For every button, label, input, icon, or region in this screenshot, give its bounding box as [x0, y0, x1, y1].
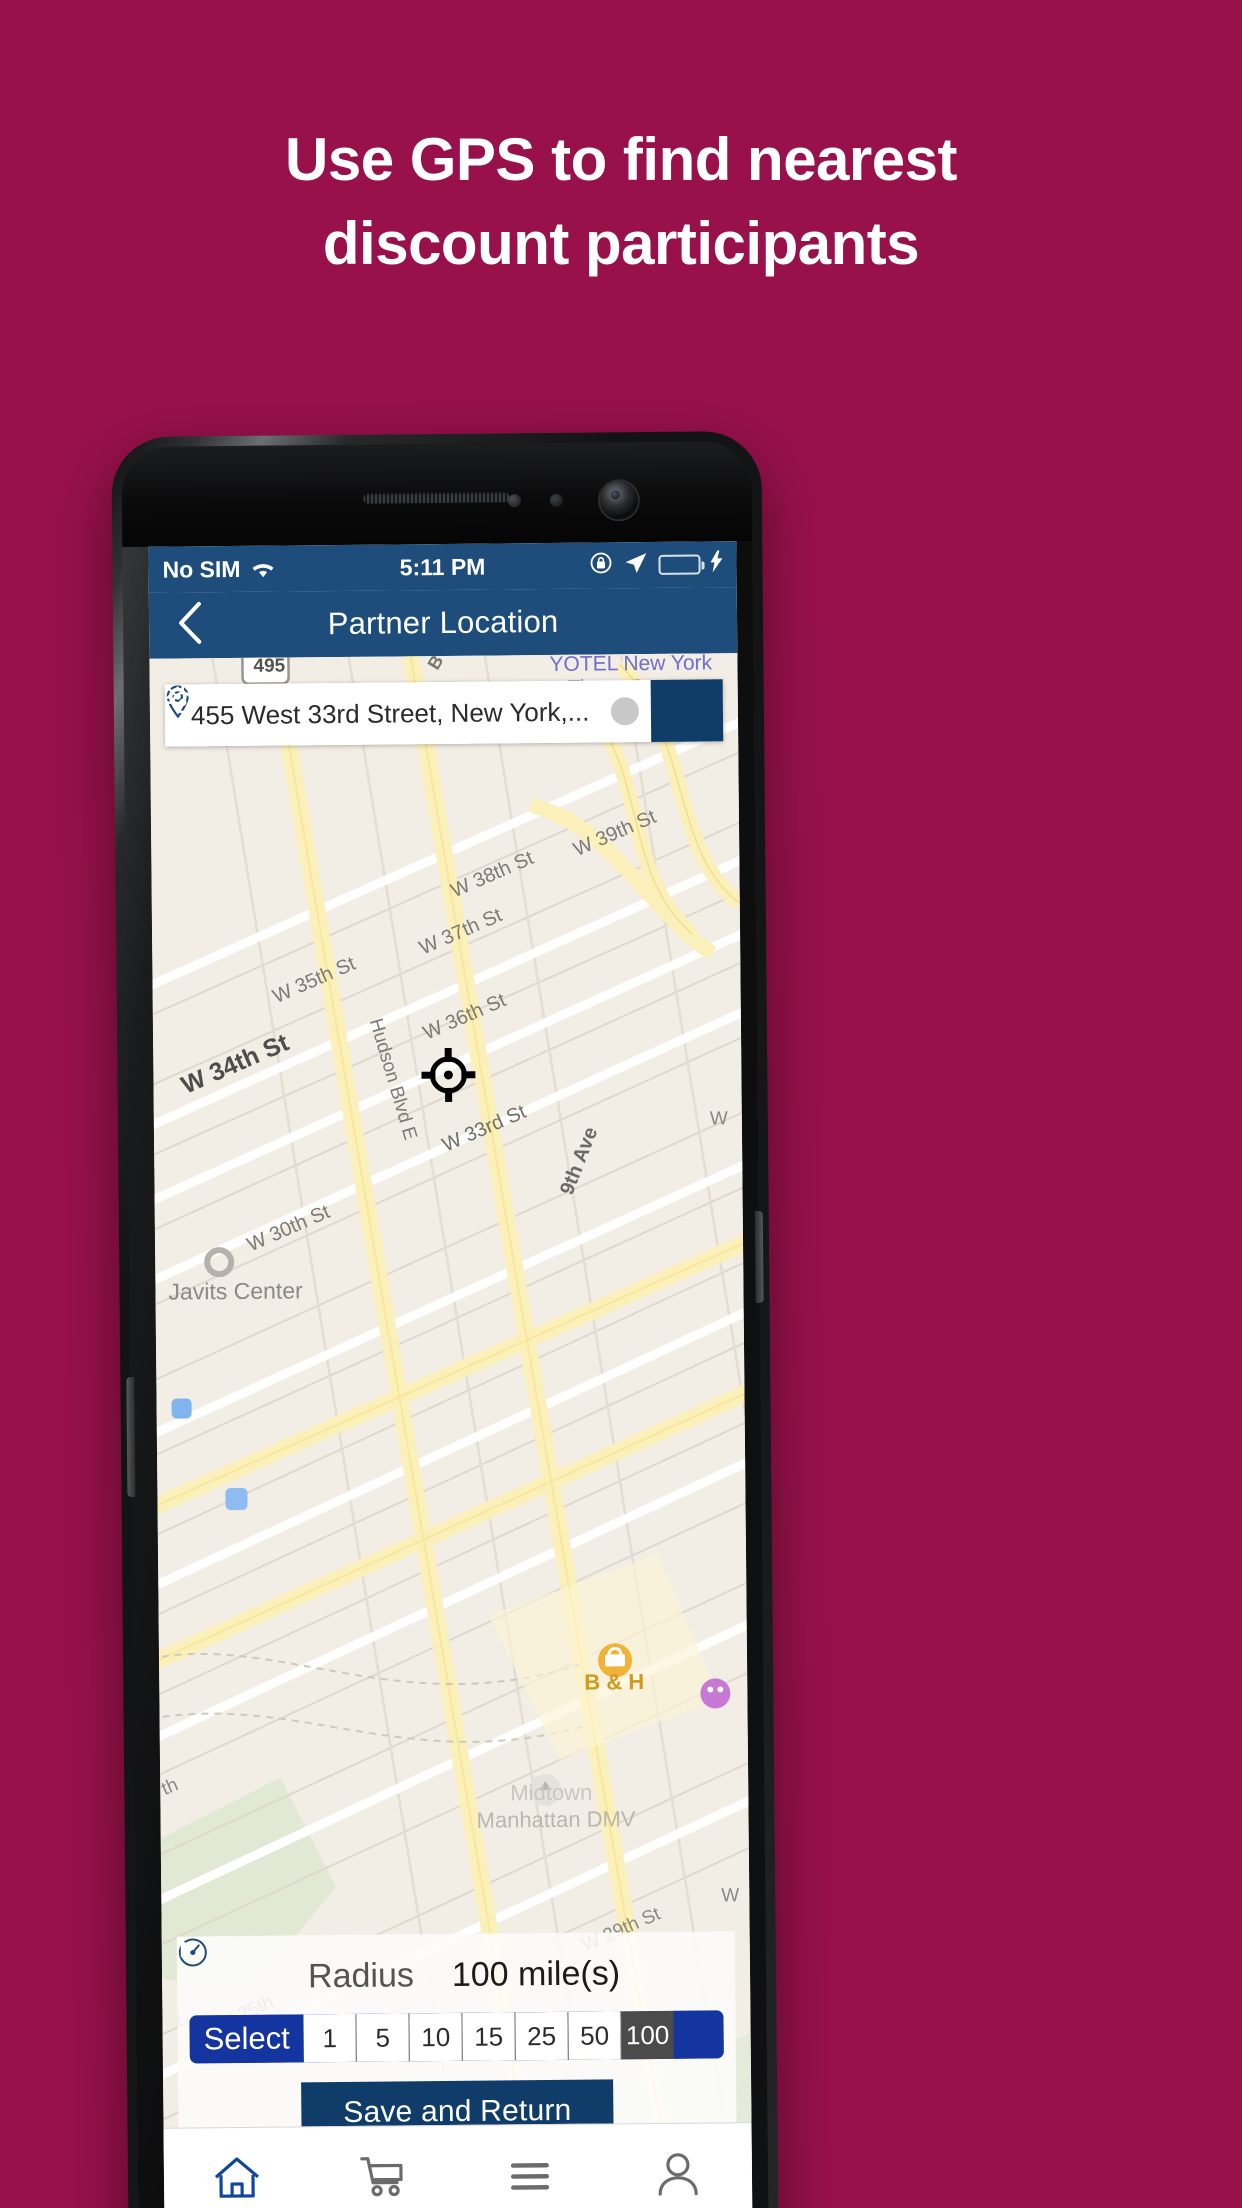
tab-membership[interactable]: Membership [603, 2123, 753, 2208]
phone-body: No SIM 5:11 PM Partner Location 495 B YO… [121, 441, 769, 2208]
rotation-lock-icon [588, 550, 613, 581]
status-bar-left: No SIM [162, 555, 276, 583]
power-button[interactable] [754, 1210, 764, 1304]
promo-headline: Use GPS to find nearest discount partici… [0, 118, 1242, 286]
radius-label: Radius [307, 1956, 415, 1996]
phone-mockup: No SIM 5:11 PM Partner Location 495 B YO… [111, 430, 779, 2208]
picker-option-5[interactable]: 5 [355, 2013, 409, 2062]
picker-option-1[interactable]: 1 [303, 2013, 357, 2063]
status-bar: No SIM 5:11 PM [148, 541, 737, 593]
headline-line-1: Use GPS to find nearest [285, 126, 958, 193]
tab-cart[interactable]: Cart [310, 2126, 458, 2208]
picker-option-15[interactable]: 15 [461, 2012, 515, 2061]
location-arrow-icon [623, 550, 648, 581]
phone-screen: No SIM 5:11 PM Partner Location 495 B YO… [148, 541, 753, 2208]
address-search-bar[interactable]: 455 West 33rd Street, New York,... [164, 679, 724, 747]
clear-circle-icon[interactable] [166, 686, 640, 726]
address-input-field[interactable]: 455 West 33rd Street, New York,... [164, 679, 652, 747]
crosshair-target-icon [164, 684, 202, 721]
navigation-bar: Partner Location [148, 587, 738, 659]
picker-option-25[interactable]: 25 [514, 2011, 568, 2061]
address-value[interactable]: 455 West 33rd Street, New York,... [191, 696, 599, 731]
bottom-tab-bar: Home Cart [163, 2122, 753, 2208]
carrier-label: No SIM [162, 555, 241, 583]
tab-menu[interactable]: Menu [456, 2125, 604, 2208]
wifi-icon [249, 559, 276, 579]
battery-icon [658, 554, 701, 575]
earpiece-speaker [362, 491, 511, 504]
volume-button[interactable] [126, 1376, 136, 1498]
radius-value: 100 mile(s) [451, 1954, 621, 1994]
picker-option-50[interactable]: 50 [567, 2011, 621, 2060]
charging-bolt-icon [710, 550, 723, 578]
locate-me-button[interactable] [164, 679, 724, 742]
cart-icon [358, 2153, 408, 2204]
hamburger-icon [505, 2152, 555, 2203]
radius-picker[interactable]: Select 1 5 10 15 25 50 100 [180, 1939, 724, 2064]
back-button[interactable] [175, 600, 203, 651]
map-view[interactable]: 495 B YOTEL New York Times Square Javits… [149, 653, 752, 2174]
proximity-sensor-icon [507, 494, 521, 508]
radius-summary-row: Radius 100 mile(s) [177, 1938, 736, 2015]
home-icon [212, 2155, 262, 2206]
picker-options: 1 5 10 15 25 50 100 [303, 2010, 674, 2063]
picker-next-button[interactable] [180, 1939, 724, 2059]
front-camera-icon [599, 481, 639, 520]
picker-select-label: Select [189, 2014, 305, 2064]
light-sensor-icon [549, 493, 563, 507]
tab-home[interactable]: Home [164, 2127, 312, 2208]
phone-top-bezel [121, 441, 753, 548]
picker-option-10[interactable]: 10 [408, 2012, 462, 2062]
picker-option-100[interactable]: 100 [620, 2010, 674, 2060]
person-icon [652, 2151, 702, 2202]
status-bar-right [588, 549, 723, 581]
page-title: Partner Location [327, 603, 559, 642]
headline-line-2: discount participants [322, 210, 920, 277]
